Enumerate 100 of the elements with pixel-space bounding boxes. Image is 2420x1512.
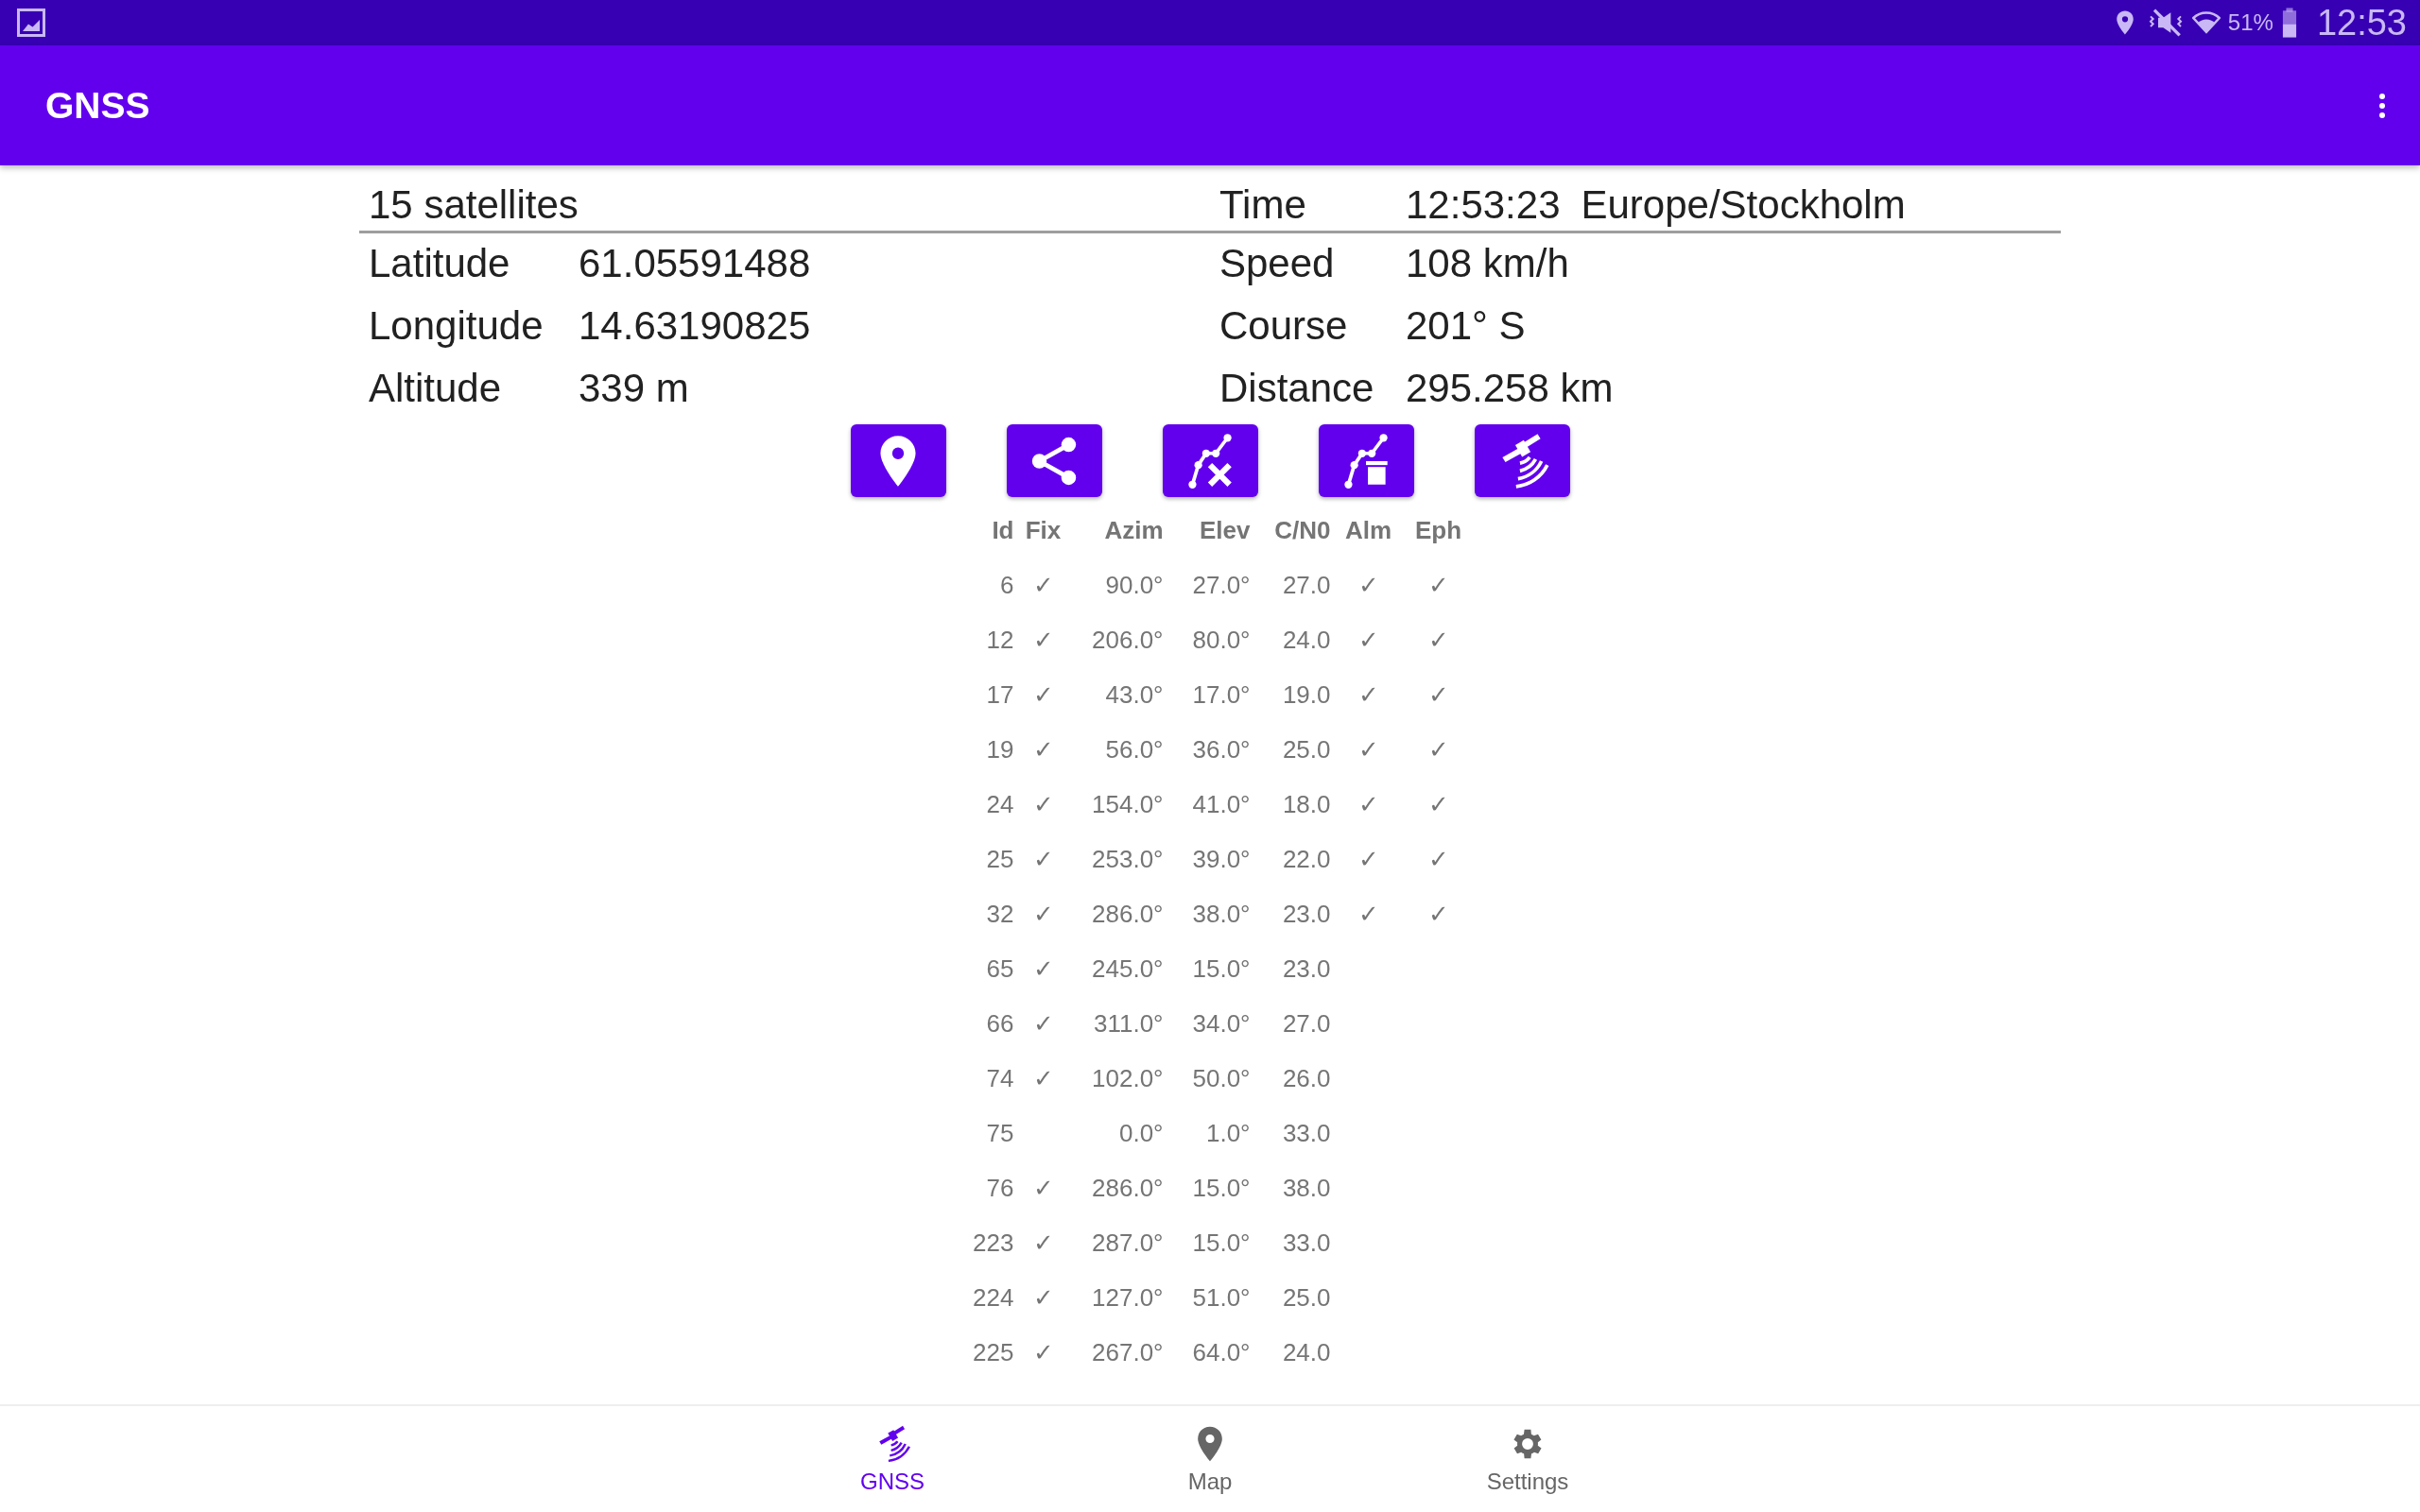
table-cell-text: ✓ xyxy=(1031,1173,1055,1203)
table-cell-text: 64.0° xyxy=(1191,1337,1251,1367)
satellite-button[interactable] xyxy=(1474,424,1570,497)
nav-tab[interactable]: Settings xyxy=(1369,1406,1686,1512)
field-label: Latitude xyxy=(369,241,511,286)
table-cell-text: 50.0° xyxy=(1191,1063,1251,1093)
table-cell-text: 311.0° xyxy=(1092,1008,1164,1039)
field-label: Speed xyxy=(1219,241,1336,286)
table-cell-text: ✓ xyxy=(1357,789,1380,819)
table-cell-text: 102.0° xyxy=(1091,1063,1164,1093)
share-button[interactable] xyxy=(1006,424,1102,497)
table-cell-text: 25 xyxy=(985,844,1014,874)
table-cell-text: 15.0° xyxy=(1191,1228,1251,1258)
table-cell-text: ✓ xyxy=(1357,734,1380,765)
column-header: Alm xyxy=(1343,515,1393,545)
table-cell-text: 23.0 xyxy=(1281,899,1331,929)
table-cell-text: 43.0° xyxy=(1104,679,1164,710)
table-cell-text: 36.0° xyxy=(1191,734,1251,765)
track-clear-button[interactable] xyxy=(1162,424,1258,497)
table-cell-text: 34.0° xyxy=(1191,1008,1251,1039)
location-pin-button[interactable] xyxy=(850,424,946,497)
column-header: Eph xyxy=(1413,515,1463,545)
table-cell-text: ✓ xyxy=(1426,734,1450,765)
field-value: 339 m xyxy=(579,366,690,411)
table-cell-text: 286.0° xyxy=(1091,899,1164,929)
field-value: 201° S xyxy=(1406,303,1527,349)
column-header: Azim xyxy=(1103,515,1164,545)
table-cell-text: 15.0° xyxy=(1191,954,1251,984)
table-cell-text: 24.0 xyxy=(1281,625,1331,655)
table-cell-text: 154.0° xyxy=(1091,789,1164,819)
field-label: Distance xyxy=(1219,366,1375,411)
table-cell-text: 27.0 xyxy=(1281,1008,1331,1039)
table-cell-text: ✓ xyxy=(1031,789,1055,819)
table-cell-text: 65 xyxy=(985,954,1014,984)
table-cell-text: 26.0 xyxy=(1281,1063,1331,1093)
table-cell-text: ✓ xyxy=(1357,679,1380,710)
table-cell-text: 51.0° xyxy=(1191,1282,1251,1313)
table-cell-text: 267.0° xyxy=(1091,1337,1164,1367)
track-delete-button[interactable] xyxy=(1318,424,1414,497)
nav-tab[interactable]: Map xyxy=(1051,1406,1369,1512)
table-cell-text: ✓ xyxy=(1426,625,1450,655)
table-cell-text: ✓ xyxy=(1031,1337,1055,1367)
table-cell-text: 27.0 xyxy=(1281,570,1331,600)
table-cell-text: 76 xyxy=(985,1173,1014,1203)
table-cell-text: 74 xyxy=(985,1063,1014,1093)
field-value: 61.05591488 xyxy=(579,241,812,286)
table-cell-text: 286.0° xyxy=(1091,1173,1164,1203)
table-cell-text: 56.0° xyxy=(1104,734,1164,765)
table-cell-text: ✓ xyxy=(1357,570,1380,600)
table-cell-text: 15.0° xyxy=(1191,1173,1251,1203)
battery-percentage: 51% xyxy=(2227,9,2273,36)
table-cell-text: 41.0° xyxy=(1191,789,1251,819)
table-cell-text: ✓ xyxy=(1031,1228,1055,1258)
column-header: Id xyxy=(991,515,1014,545)
table-cell-text: ✓ xyxy=(1031,1063,1055,1093)
table-cell-text: ✓ xyxy=(1357,844,1380,874)
table-cell-text: 1.0° xyxy=(1204,1118,1251,1148)
table-cell-text: 19 xyxy=(985,734,1014,765)
gallery-icon xyxy=(17,9,45,37)
field-label: Course xyxy=(1219,303,1349,349)
column-header: C/N0 xyxy=(1273,515,1331,545)
app-title: GNSS xyxy=(45,84,150,127)
table-cell-text: 33.0 xyxy=(1281,1228,1331,1258)
table-cell-text: 25.0 xyxy=(1281,734,1331,765)
table-cell-text: 90.0° xyxy=(1104,570,1164,600)
field-value: 295.258 km xyxy=(1406,366,1614,411)
table-cell-text: 23.0 xyxy=(1281,954,1331,984)
table-cell-text: 223 xyxy=(972,1228,1014,1258)
field-value: 14.63190825 xyxy=(579,303,812,349)
table-cell-text: 17 xyxy=(985,679,1014,710)
table-cell-text: ✓ xyxy=(1031,570,1055,600)
satellite-count: 15 satellites xyxy=(369,182,579,228)
table-cell-text: ✓ xyxy=(1426,570,1450,600)
table-cell-text: 18.0 xyxy=(1281,789,1331,819)
field-label: Altitude xyxy=(369,366,503,411)
table-cell-text: 25.0 xyxy=(1281,1282,1331,1313)
table-cell-text: 127.0° xyxy=(1091,1282,1164,1313)
table-cell-text: 287.0° xyxy=(1091,1228,1164,1258)
table-cell-text: 0.0° xyxy=(1117,1118,1164,1148)
table-cell-text: ✓ xyxy=(1426,789,1450,819)
table-cell-text: 253.0° xyxy=(1091,844,1164,874)
table-cell-text: 245.0° xyxy=(1091,954,1164,984)
table-cell-text: 38.0° xyxy=(1191,899,1251,929)
table-cell-text: ✓ xyxy=(1426,899,1450,929)
table-cell-text: ✓ xyxy=(1031,1282,1055,1313)
field-value: 12:53:23 xyxy=(1406,182,1561,228)
field-value: 108 km/h xyxy=(1406,241,1570,286)
table-cell-text: 206.0° xyxy=(1091,625,1164,655)
table-cell-text: 19.0 xyxy=(1281,679,1331,710)
table-cell-text: ✓ xyxy=(1031,954,1055,984)
battery-icon xyxy=(2280,7,2298,39)
table-cell-text: ✓ xyxy=(1426,844,1450,874)
table-cell-text: 12 xyxy=(985,625,1014,655)
field-label: Longitude xyxy=(369,303,544,349)
nav-tab[interactable]: GNSS xyxy=(734,1406,1051,1512)
table-cell-text: 225 xyxy=(972,1337,1014,1367)
field-label: Time xyxy=(1219,182,1307,228)
table-cell-text: 224 xyxy=(972,1282,1014,1313)
table-cell-text: 24 xyxy=(985,789,1014,819)
table-cell-text: ✓ xyxy=(1031,625,1055,655)
